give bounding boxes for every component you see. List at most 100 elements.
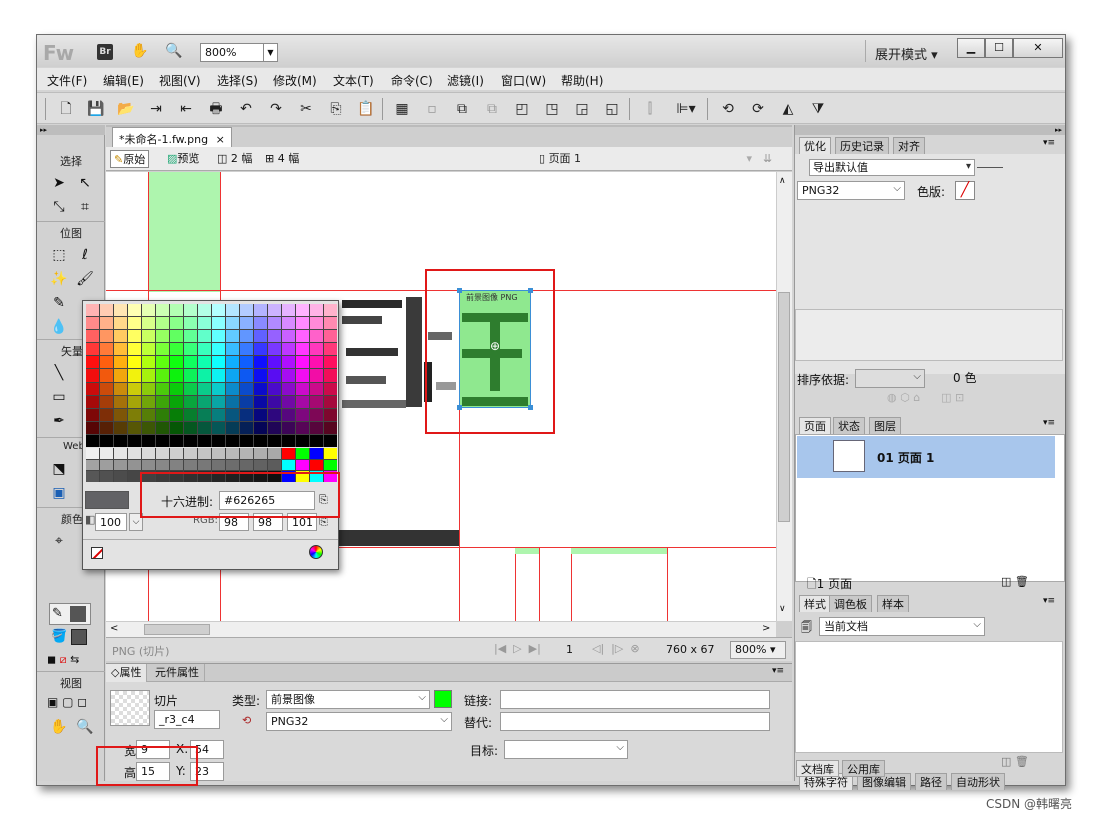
color-swatch[interactable] xyxy=(170,382,183,395)
color-swatch[interactable] xyxy=(240,395,253,408)
color-swatch[interactable] xyxy=(296,356,309,369)
color-swatch[interactable] xyxy=(310,343,323,356)
bring-front-icon[interactable]: ◰ xyxy=(513,100,531,118)
color-swatch[interactable] xyxy=(184,382,197,395)
color-swatch[interactable] xyxy=(296,330,309,343)
color-swatch[interactable] xyxy=(226,369,239,382)
color-swatch[interactable] xyxy=(86,434,99,447)
pencil-tool-icon[interactable]: ✎ xyxy=(49,293,69,313)
color-swatch[interactable] xyxy=(128,343,141,356)
fill-color-swatch[interactable] xyxy=(71,629,87,645)
stroke-color-row[interactable]: ✎ xyxy=(49,603,91,625)
color-swatch[interactable] xyxy=(296,304,309,317)
color-swatch[interactable] xyxy=(254,382,267,395)
color-swatch[interactable] xyxy=(324,369,337,382)
color-reset-icons[interactable]: ◼ ⧄ ⇆ xyxy=(47,653,79,667)
color-wheel-icon[interactable] xyxy=(309,545,323,559)
color-swatch[interactable] xyxy=(128,434,141,447)
menu-modify[interactable]: 修改(M) xyxy=(273,72,317,89)
vertical-scroll-thumb[interactable] xyxy=(778,292,790,522)
color-swatch[interactable] xyxy=(240,382,253,395)
group-icon[interactable]: ▦ xyxy=(393,100,411,118)
tab-swatches[interactable]: 调色板 xyxy=(829,595,872,612)
color-swatch[interactable] xyxy=(310,356,323,369)
save-icon[interactable]: 💾 xyxy=(87,100,105,118)
color-swatch[interactable] xyxy=(296,421,309,434)
color-swatch[interactable] xyxy=(114,330,127,343)
color-swatch[interactable] xyxy=(268,317,281,330)
color-swatch[interactable] xyxy=(310,317,323,330)
color-swatch[interactable] xyxy=(142,304,155,317)
color-swatch[interactable] xyxy=(198,395,211,408)
color-swatch[interactable] xyxy=(128,395,141,408)
color-swatch[interactable] xyxy=(282,382,295,395)
horizontal-scrollbar[interactable]: < > xyxy=(106,621,776,637)
color-swatch[interactable] xyxy=(226,317,239,330)
tab-path[interactable]: 路径 xyxy=(915,773,947,790)
color-swatch[interactable] xyxy=(212,369,225,382)
color-swatch[interactable] xyxy=(282,356,295,369)
hotspot-tool-icon[interactable]: ⬔ xyxy=(49,459,69,479)
color-swatch[interactable] xyxy=(170,395,183,408)
color-swatch[interactable] xyxy=(170,330,183,343)
color-swatch[interactable] xyxy=(226,421,239,434)
color-swatch[interactable] xyxy=(142,369,155,382)
gray-swatch[interactable] xyxy=(254,459,267,471)
color-swatch[interactable] xyxy=(240,434,253,447)
gray-swatch[interactable] xyxy=(296,459,309,471)
color-swatch[interactable] xyxy=(226,304,239,317)
menu-commands[interactable]: 命令(C) xyxy=(391,72,433,89)
styles-footer-icons[interactable]: ◫ 🗑 xyxy=(1001,755,1029,768)
color-swatch[interactable] xyxy=(100,408,113,421)
color-swatch[interactable] xyxy=(184,369,197,382)
optimize-preset-select[interactable]: 导出默认值 ▾ xyxy=(809,159,975,176)
color-swatch[interactable] xyxy=(114,395,127,408)
color-swatch[interactable] xyxy=(268,369,281,382)
color-swatch[interactable] xyxy=(114,408,127,421)
copy-icon[interactable]: ⎘ xyxy=(327,100,345,118)
gray-swatch[interactable] xyxy=(142,459,155,471)
color-swatch[interactable] xyxy=(324,330,337,343)
color-swatch[interactable] xyxy=(212,317,225,330)
color-swatch[interactable] xyxy=(324,408,337,421)
color-swatch[interactable] xyxy=(226,382,239,395)
color-swatch[interactable] xyxy=(268,356,281,369)
color-swatch[interactable] xyxy=(268,382,281,395)
tab-styles[interactable]: 样式 xyxy=(799,595,831,612)
gray-swatch[interactable] xyxy=(170,448,183,459)
color-swatch[interactable] xyxy=(86,304,99,317)
color-swatch[interactable] xyxy=(310,369,323,382)
color-swatch[interactable] xyxy=(114,434,127,447)
slice-overlay[interactable] xyxy=(148,172,220,292)
color-swatch[interactable] xyxy=(170,304,183,317)
color-swatch[interactable] xyxy=(282,317,295,330)
color-swatch[interactable] xyxy=(170,356,183,369)
menu-filters[interactable]: 滤镜(I) xyxy=(447,72,484,89)
menu-view[interactable]: 视图(V) xyxy=(159,72,201,89)
color-swatch[interactable] xyxy=(324,343,337,356)
color-swatch[interactable] xyxy=(198,356,211,369)
color-swatch[interactable] xyxy=(114,421,127,434)
send-back-icon[interactable]: ◱ xyxy=(603,100,621,118)
color-swatch[interactable] xyxy=(282,369,295,382)
color-swatch[interactable] xyxy=(268,395,281,408)
tab-history[interactable]: 历史记录 xyxy=(835,137,889,154)
no-color-icon[interactable] xyxy=(91,547,103,559)
gray-swatch[interactable] xyxy=(128,459,141,471)
gray-swatch[interactable] xyxy=(100,471,113,482)
color-swatch[interactable] xyxy=(184,408,197,421)
color-swatch[interactable] xyxy=(296,395,309,408)
gray-swatch[interactable] xyxy=(254,448,267,459)
color-swatch[interactable] xyxy=(128,317,141,330)
gray-swatch[interactable] xyxy=(156,448,169,459)
gray-swatch[interactable] xyxy=(212,448,225,459)
hand-icon[interactable]: ✋ xyxy=(131,42,149,60)
palette-tool-icons[interactable]: ◍ ⬡ ⌂ ◫ ⊡ xyxy=(887,391,964,404)
eyedropper-tool-icon[interactable]: ⌖ xyxy=(49,531,69,551)
brush-tool-icon[interactable]: 🖌 xyxy=(75,269,95,289)
gray-swatch[interactable] xyxy=(268,459,281,471)
color-swatch[interactable] xyxy=(268,343,281,356)
menu-file[interactable]: 文件(F) xyxy=(47,72,87,89)
color-swatch[interactable] xyxy=(142,421,155,434)
color-swatch[interactable] xyxy=(296,434,309,447)
